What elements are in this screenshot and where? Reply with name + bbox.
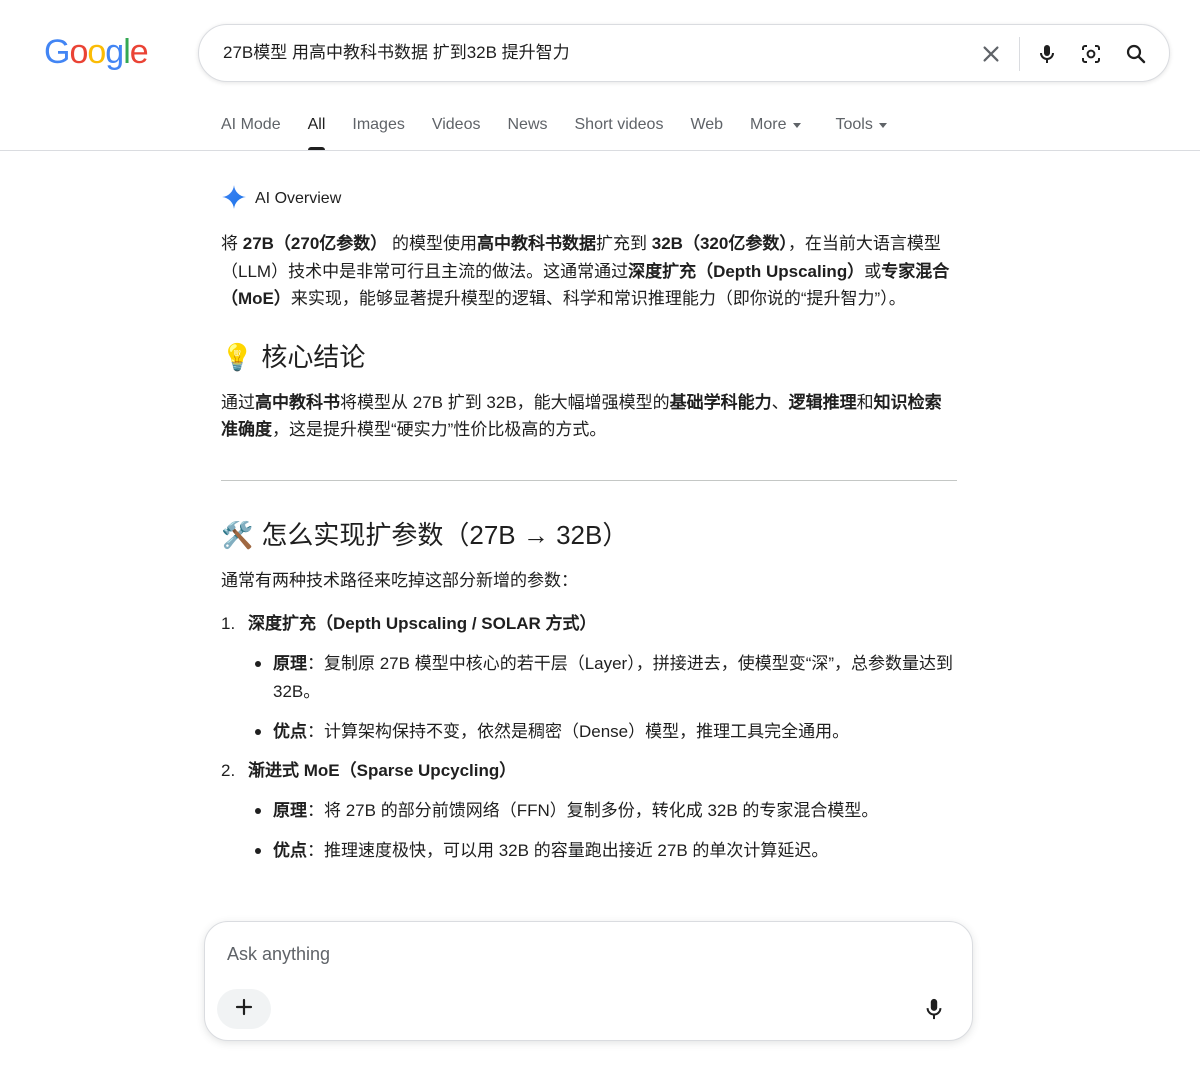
- bold-text: 32B（320亿参数）: [651, 234, 788, 253]
- bold-text: 逻辑推理: [788, 392, 857, 412]
- step-title: 1. 深度扩充（Depth Upscaling / SOLAR 方式）: [221, 612, 957, 636]
- ask-input[interactable]: Ask anything: [227, 944, 330, 965]
- tab-web[interactable]: Web: [690, 100, 723, 150]
- ai-overview: AI Overview 将 27B（270亿参数） 的模型使用高中教科书数据扩充…: [221, 180, 957, 878]
- lens-icon[interactable]: [1079, 42, 1103, 66]
- text-run: 扩充到: [596, 234, 652, 253]
- tab-short-videos[interactable]: Short videos: [575, 100, 664, 150]
- bullet-dot: [255, 661, 261, 667]
- tab-label: Images: [352, 116, 405, 133]
- text-run: 通过: [221, 392, 255, 412]
- tab-tools[interactable]: Tools: [836, 100, 887, 150]
- list-item: 原理：复制原 27B 模型中核心的若干层（Layer），拼接进去，使模型变“深”…: [251, 650, 957, 705]
- text-run: 或: [864, 261, 882, 281]
- caret-down-icon: [878, 123, 887, 128]
- header-divider: [0, 150, 1200, 151]
- section-heading-conclusion: 💡 核心结论: [221, 339, 957, 375]
- search-input[interactable]: 27B模型 用高中教科书数据 扩到32B 提升智力: [223, 25, 570, 81]
- section-title: 怎么实现扩参数（27B → 32B）: [261, 519, 629, 550]
- text-run: 和: [856, 392, 874, 412]
- caret-down-icon: [792, 123, 801, 128]
- logo-letter: o: [87, 33, 106, 71]
- logo-letter: o: [69, 33, 88, 71]
- lightbulb-icon: 💡: [221, 341, 254, 372]
- conclusion-text: 通过高中教科书将模型从 27B 扩到 32B，能大幅增强模型的基础学科能力、逻辑…: [221, 389, 957, 444]
- tab-label: All: [307, 116, 326, 133]
- tools-icon: 🛠️: [221, 519, 254, 550]
- bold-text: 高中教科书数据: [477, 234, 597, 253]
- close-icon[interactable]: [979, 42, 1003, 66]
- tab-label: Web: [690, 116, 724, 133]
- logo-letter: e: [129, 33, 149, 71]
- search-divider: [1019, 37, 1020, 71]
- ask-anything-box[interactable]: Ask anything: [204, 921, 973, 1041]
- step-label: 渐进式 MoE（Sparse Upcycling）: [248, 760, 517, 780]
- tab-images[interactable]: Images: [352, 100, 404, 150]
- section-divider: [221, 479, 957, 481]
- tab-label: Videos: [431, 116, 481, 133]
- section-title: 核心结论: [261, 341, 366, 372]
- bullet-key: 优点: [273, 841, 307, 860]
- bullet-text: ：复制原 27B 模型中核心的若干层（Layer），拼接进去，使模型变“深”，总…: [273, 654, 954, 701]
- bullet-dot: [255, 729, 261, 735]
- list-item: 原理：将 27B 的部分前馈网络（FFN）复制多份，转化成 32B 的专家混合模…: [251, 797, 957, 825]
- add-button[interactable]: [217, 989, 271, 1029]
- bullet-text: ：将 27B 的部分前馈网络（FFN）复制多份，转化成 32B 的专家混合模型。: [307, 800, 879, 820]
- section-heading-implementation: 🛠️ 怎么实现扩参数（27B → 32B）: [221, 517, 957, 553]
- mic-icon[interactable]: [1035, 42, 1059, 66]
- steps-list: 1. 深度扩充（Depth Upscaling / SOLAR 方式） 原理：复…: [221, 612, 957, 865]
- tab-all[interactable]: All: [307, 100, 326, 150]
- text-run: 的模型使用: [387, 234, 478, 253]
- tab-news[interactable]: News: [507, 100, 547, 150]
- text-run: 来实现，能够显著提升模型的逻辑、科学和常识推理能力（即你说的“提升智力”）。: [290, 289, 906, 308]
- bullet-key: 原理: [273, 654, 307, 673]
- list-item: 1. 深度扩充（Depth Upscaling / SOLAR 方式） 原理：复…: [221, 612, 957, 746]
- plus-icon: [234, 997, 254, 1022]
- google-logo[interactable]: Google: [44, 28, 149, 76]
- step-number: 1.: [221, 614, 236, 633]
- step-label: 深度扩充（Depth Upscaling / SOLAR 方式）: [248, 614, 597, 633]
- search-results-page: Google 27B模型 用高中教科书数据 扩到32B 提升智力 AI Mode…: [0, 0, 1200, 1068]
- ai-overview-label: AI Overview: [255, 190, 342, 207]
- search-icon[interactable]: [1124, 42, 1148, 66]
- list-item: 2. 渐进式 MoE（Sparse Upcycling） 原理：将 27B 的部…: [221, 759, 957, 865]
- list-item: 优点：计算架构保持不变，依然是稠密（Dense）模型，推理工具完全通用。: [251, 718, 957, 746]
- step-title: 2. 渐进式 MoE（Sparse Upcycling）: [221, 759, 957, 783]
- bold-text: 27B（270亿参数）: [242, 234, 388, 253]
- text-run: 将模型从 27B 扩到 32B，能大幅增强模型的: [340, 392, 670, 412]
- tab-label: AI Mode: [221, 116, 281, 133]
- implementation-text: 通常有两种技术路径来吃掉这部分新增的参数：: [221, 570, 578, 590]
- tab-label: News: [507, 116, 548, 133]
- bold-text: 基础学科能力: [669, 392, 772, 412]
- mic-icon[interactable]: [922, 996, 946, 1022]
- step-number: 2.: [221, 760, 236, 780]
- bold-text: 高中教科书: [255, 392, 340, 412]
- logo-letter: G: [44, 33, 70, 71]
- text-run: ，这是提升模型“硬实力”性价比极高的方式。: [272, 420, 607, 439]
- text-run: 、: [771, 392, 789, 412]
- tab-label: More: [750, 116, 787, 133]
- bullet-text: ：推理速度极快，可以用 32B 的容量跑出接近 27B 的单次计算延迟。: [307, 841, 829, 860]
- bullet-dot: [255, 807, 261, 814]
- bullet-text: ：计算架构保持不变，依然是稠密（Dense）模型，推理工具完全通用。: [307, 722, 850, 741]
- overview-intro: 将 27B（270亿参数） 的模型使用高中教科书数据扩充到 32B（320亿参数…: [221, 230, 957, 313]
- tab-ai-mode[interactable]: AI Mode: [221, 100, 281, 150]
- sparkle-icon: [221, 184, 247, 215]
- search-box[interactable]: 27B模型 用高中教科书数据 扩到32B 提升智力: [198, 24, 1170, 82]
- tab-label: Short videos: [574, 116, 664, 133]
- bullet-key: 优点: [273, 722, 307, 741]
- list-item: 优点：推理速度极快，可以用 32B 的容量跑出接近 27B 的单次计算延迟。: [251, 837, 957, 865]
- search-tabs: AI Mode All Images Videos News Short vid…: [221, 100, 914, 150]
- bullet-list: 原理：将 27B 的部分前馈网络（FFN）复制多份，转化成 32B 的专家混合模…: [251, 797, 957, 865]
- bold-text: 深度扩充（Depth Upscaling）: [628, 261, 865, 281]
- logo-letter: g: [105, 33, 124, 71]
- ai-overview-header: AI Overview: [221, 180, 957, 218]
- tab-videos[interactable]: Videos: [432, 100, 481, 150]
- tab-label: Tools: [835, 116, 873, 133]
- bullet-key: 原理: [273, 800, 307, 820]
- tab-more[interactable]: More: [750, 100, 801, 150]
- bullet-list: 原理：复制原 27B 模型中核心的若干层（Layer），拼接进去，使模型变“深”…: [251, 650, 957, 746]
- text-run: 将: [221, 234, 243, 253]
- bullet-dot: [255, 848, 261, 854]
